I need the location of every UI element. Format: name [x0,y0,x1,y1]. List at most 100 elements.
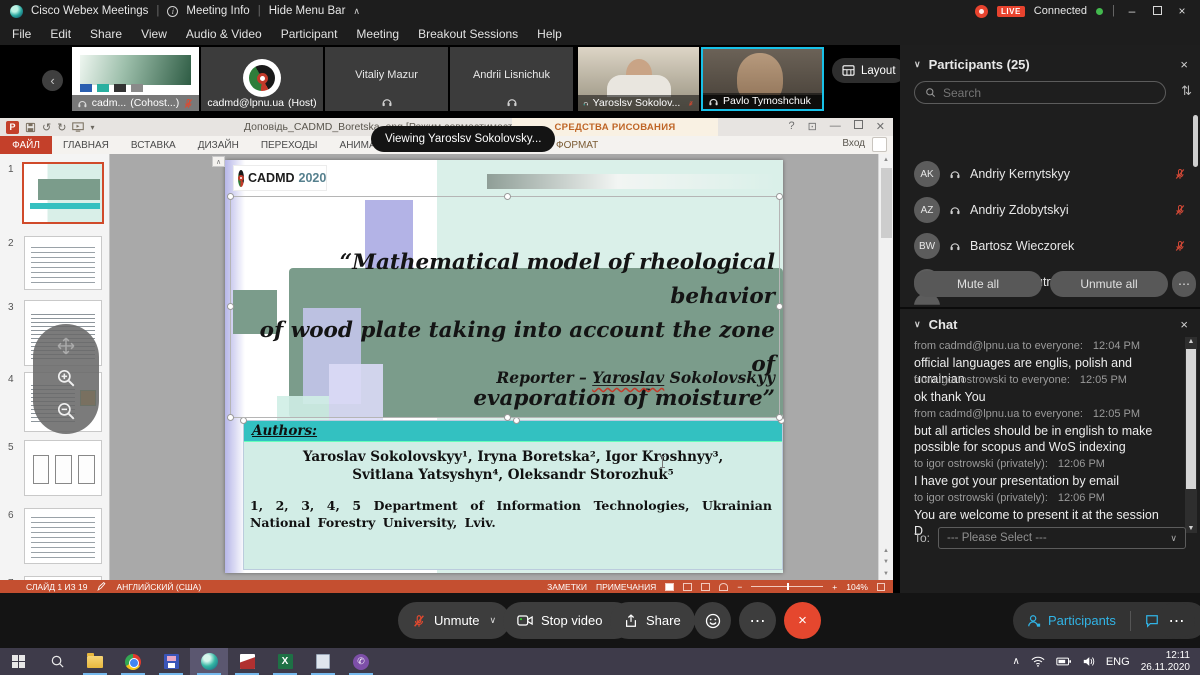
menu-edit[interactable]: Edit [50,27,71,41]
tray-expand-icon[interactable]: ∧ [1013,656,1020,667]
tab-transitions[interactable]: ПЕРЕХОДЫ [250,140,329,151]
more-options-button[interactable]: ⋯ [739,602,776,639]
chat-scrollbar-thumb[interactable] [1186,349,1196,489]
more-panels-button[interactable]: ⋯ [1158,602,1195,639]
ppt-restore-button[interactable] [854,120,863,133]
reading-view-icon[interactable] [701,583,710,591]
selection-handle[interactable] [227,414,234,421]
tab-insert[interactable]: ВСТАВКА [120,140,187,151]
menu-audio-video[interactable]: Audio & Video [186,27,262,41]
maximize-button[interactable] [1149,4,1165,18]
wifi-icon[interactable] [1031,656,1045,667]
ppt-account-avatar[interactable] [872,137,887,152]
selection-handle[interactable] [227,193,234,200]
slide-thumbnail-6[interactable] [24,508,102,564]
taskbar-webex-active[interactable] [190,648,228,675]
video-thumbnail-yaroslav[interactable]: Yaroslsv Sokolov... [578,47,699,111]
participant-row[interactable]: AK Andriy Kernytskyy [914,157,1186,191]
tab-file[interactable]: ФАЙЛ [0,136,52,154]
share-button[interactable]: Share [610,602,695,639]
participants-scrollbar[interactable] [1193,115,1198,167]
zoom-in-button[interactable]: + [832,582,837,592]
ppt-close-button[interactable]: ✕ [876,120,885,133]
menu-share[interactable]: Share [90,27,122,41]
chat-close-icon[interactable]: × [1180,317,1188,332]
ppt-help-button[interactable]: ? [788,120,794,133]
participant-row[interactable]: AZ Andriy Zdobytskyi [914,193,1186,227]
leave-meeting-button[interactable]: × [784,602,821,639]
ppt-ribbon-options-button[interactable]: ⊡ [808,120,817,133]
selection-handle[interactable] [504,193,511,200]
participants-close-icon[interactable]: × [1180,57,1188,72]
video-thumbnail-cohost[interactable]: cadm... (Cohost...) [72,47,199,111]
sort-participants-icon[interactable]: ⇅ [1181,83,1192,99]
tab-design[interactable]: ДИЗАЙН [187,140,250,151]
taskbar-excel[interactable]: X [266,648,304,675]
undo-icon[interactable]: ↺ [42,121,51,134]
selection-handle[interactable] [776,303,783,310]
recording-icon[interactable] [975,5,988,18]
zoom-slider[interactable] [751,586,823,587]
pan-tool-icon[interactable] [57,337,75,355]
unmute-button[interactable]: Unmute ∨ [398,602,510,639]
chat-scroll-up-icon[interactable]: ▲ [1185,338,1197,345]
chevron-down-icon[interactable]: ∨ [914,319,921,330]
zoom-level[interactable]: 104% [846,582,868,592]
taskbar-photo-viewer[interactable] [228,648,266,675]
redo-icon[interactable]: ↻ [57,121,66,134]
slideshow-icon[interactable] [72,122,84,132]
ribbon-collapse-icon[interactable]: ∧ [212,156,225,167]
chat-scroll-down-icon[interactable]: ▼ [1185,525,1197,532]
slideshow-view-icon[interactable] [719,583,728,591]
slide-sorter-view-icon[interactable] [683,583,692,591]
participants-more-button[interactable]: ⋯ [1172,271,1196,297]
chat-scrollbar[interactable]: ▲ ▼ [1185,337,1197,533]
search-input[interactable] [943,86,1123,100]
unmute-all-button[interactable]: Unmute all [1050,271,1168,297]
video-thumbnail-vitaliy[interactable]: Vitaliy Mazur [325,47,448,111]
layout-button[interactable]: Layout [832,58,906,83]
meeting-info-button[interactable]: Meeting Info [186,5,249,17]
taskbar-chrome[interactable] [114,648,152,675]
ppt-minimize-button[interactable]: — [830,120,841,133]
slide-thumbnail-1-selected[interactable] [22,162,104,224]
selection-handle[interactable] [227,303,234,310]
taskbar-notepad[interactable] [304,648,342,675]
video-thumbnail-host[interactable]: cadmd@lpnu.ua (Host) [201,47,323,111]
muted-mic-icon[interactable] [1174,168,1186,180]
selection-handle[interactable] [513,417,520,424]
video-thumbnail-pavlo-active-speaker[interactable]: Pavlo Tymoshchuk [701,47,824,111]
reactions-button[interactable] [694,602,731,639]
start-button[interactable] [0,648,38,675]
menu-help[interactable]: Help [537,27,562,41]
participants-toggle-button[interactable]: Participants [1013,602,1130,639]
qat-dropdown-icon[interactable]: ▾ [90,123,94,132]
selection-handle[interactable] [776,193,783,200]
menu-breakout-sessions[interactable]: Breakout Sessions [418,27,518,41]
authors-textbox[interactable]: Authors: Yaroslav Sokolovskyy¹, Iryna Bo… [243,420,783,570]
zoom-in-icon[interactable] [56,368,76,388]
menu-file[interactable]: File [12,27,31,41]
tab-home[interactable]: ГЛАВНАЯ [52,140,120,151]
scrollbar-thumb[interactable] [881,168,892,238]
taskbar-clock[interactable]: 12:11 26.11.2020 [1141,650,1190,673]
close-button[interactable]: × [1174,4,1190,18]
video-thumbnail-andrii[interactable]: Andrii Lisnichuk [450,47,573,111]
menu-participant[interactable]: Participant [281,27,338,41]
chat-recipient-select[interactable]: --- Please Select --- ∨ [938,527,1186,549]
chevron-down-icon[interactable]: ∨ [914,59,921,70]
comments-toggle[interactable]: ПРИМЕЧАНИЯ [596,582,656,592]
prev-slide-button[interactable]: ▲ [879,548,893,554]
selection-handle[interactable] [776,414,783,421]
slide-canvas[interactable]: CADMD 2020 “Mathematical [225,160,783,573]
participant-search[interactable] [914,81,1166,104]
zoom-out-button[interactable]: − [737,582,742,592]
minimize-button[interactable]: – [1124,4,1140,18]
scroll-up-arrow[interactable]: ▲ [879,154,893,163]
menu-meeting[interactable]: Meeting [356,27,399,41]
battery-icon[interactable] [1056,657,1071,666]
ppt-vertical-scrollbar[interactable]: ▲ ▲ ▼ ▼ [878,154,893,580]
taskbar-powerpoint-file[interactable] [152,648,190,675]
textbox-selection-outline[interactable] [230,196,780,418]
zoom-out-icon[interactable] [56,401,76,421]
